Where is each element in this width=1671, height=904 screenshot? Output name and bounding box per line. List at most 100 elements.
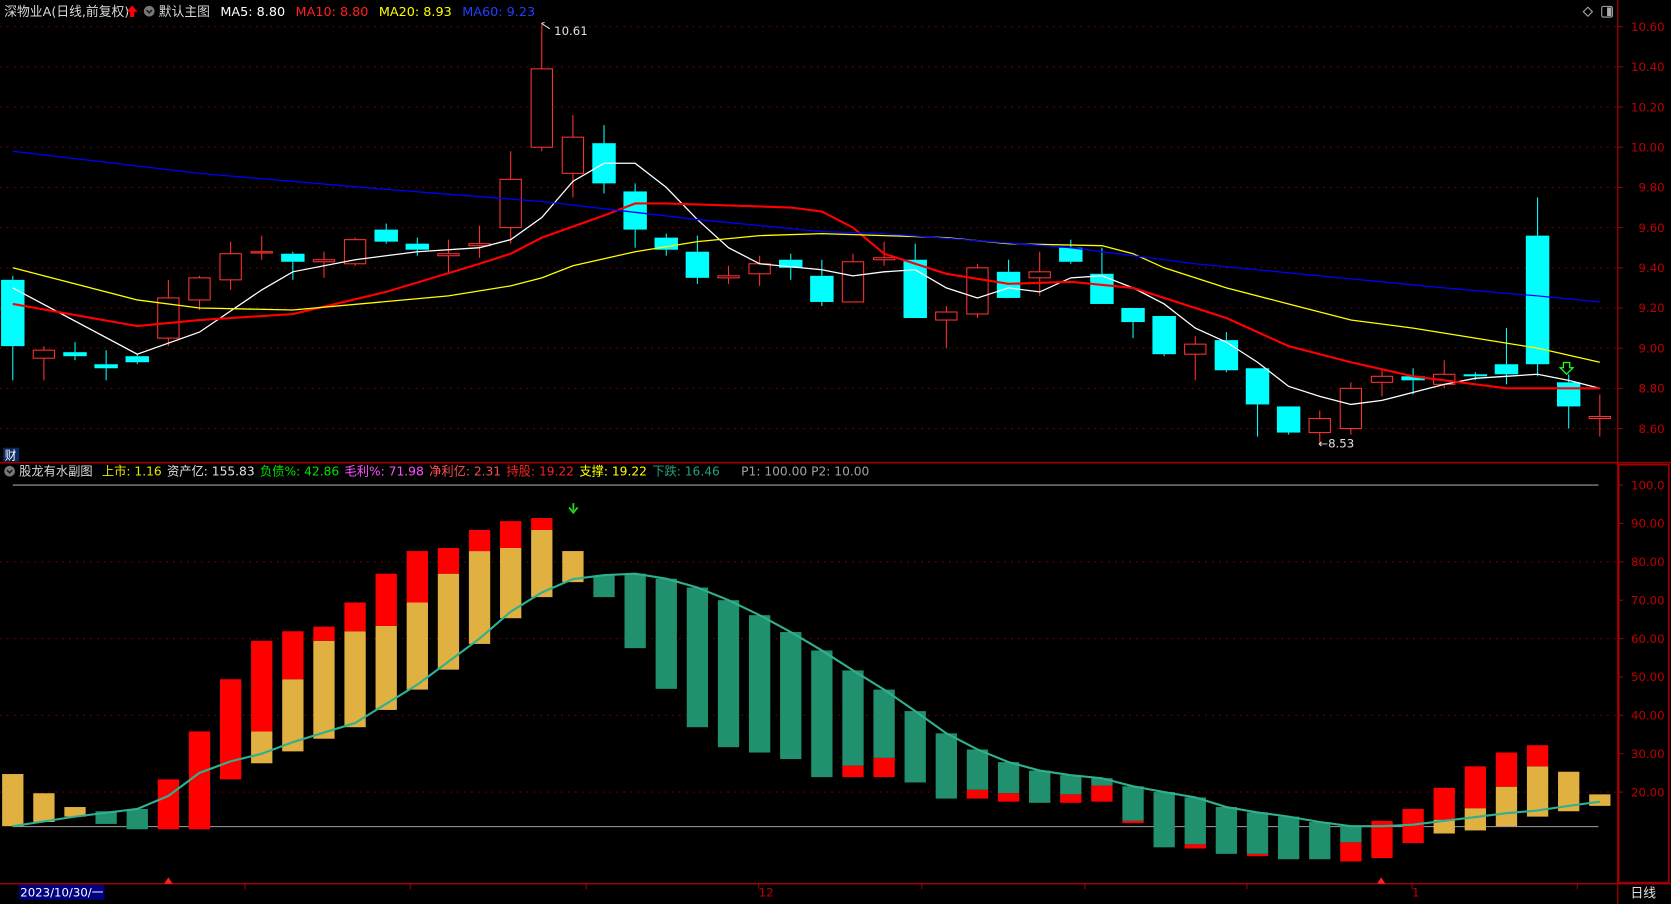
candle-body bbox=[63, 352, 87, 357]
sub-bar[interactable] bbox=[157, 779, 180, 830]
price-tick-label: 9.20 bbox=[1639, 301, 1665, 315]
bar-segment bbox=[780, 632, 802, 760]
indicator-name[interactable]: 股龙有水副图 bbox=[19, 463, 92, 478]
sub-bar[interactable] bbox=[935, 733, 957, 799]
indicator-menu-icon[interactable] bbox=[4, 465, 15, 477]
bar-segment bbox=[1495, 786, 1518, 827]
candle-body bbox=[1525, 235, 1550, 365]
sub-bar[interactable] bbox=[717, 600, 740, 748]
candle-body bbox=[685, 251, 710, 278]
sub-bar[interactable] bbox=[1526, 745, 1549, 817]
sub-tick-label: 100.0 bbox=[1631, 478, 1665, 492]
candle-body bbox=[966, 267, 989, 315]
sub-bar[interactable] bbox=[375, 573, 397, 710]
candle-body bbox=[312, 259, 336, 263]
bar-segment bbox=[966, 749, 989, 790]
sub-bar[interactable] bbox=[1060, 775, 1082, 803]
bar-segment bbox=[1464, 808, 1486, 831]
sub-bar[interactable] bbox=[686, 587, 709, 728]
sub-bar[interactable] bbox=[1246, 812, 1269, 857]
candle-body bbox=[1556, 382, 1581, 407]
sub-bar[interactable] bbox=[842, 670, 864, 778]
ma20-value: MA20: 8.93 bbox=[379, 5, 452, 20]
candle-body bbox=[1245, 368, 1270, 405]
sub-bar[interactable] bbox=[344, 602, 366, 728]
bar-segment bbox=[842, 670, 864, 766]
candle-body bbox=[1059, 247, 1083, 262]
sub-bar[interactable] bbox=[1029, 770, 1051, 803]
sub-tick-label: 50.00 bbox=[1631, 670, 1665, 684]
sub-bar[interactable] bbox=[997, 762, 1020, 802]
candle-body bbox=[281, 253, 305, 262]
price-tick-label: 10.00 bbox=[1631, 140, 1665, 154]
sub-bar[interactable] bbox=[655, 578, 677, 689]
bar-segment bbox=[624, 573, 646, 649]
bar-segment bbox=[406, 602, 428, 690]
sub-bar[interactable] bbox=[437, 547, 460, 670]
indicator-value: 下跌: 16.46 bbox=[652, 463, 720, 478]
stock-chart[interactable]: 10.60 10.40 10.20 10.00 9.80 9.60 9.40 9.20 9.00… bbox=[0, 0, 1671, 904]
sub-bar[interactable] bbox=[1184, 797, 1206, 849]
sub-bar[interactable] bbox=[468, 529, 491, 644]
sub-bar[interactable] bbox=[1309, 822, 1331, 860]
finance-button-label[interactable]: 财 bbox=[5, 448, 17, 462]
sub-bar[interactable] bbox=[1495, 752, 1518, 827]
candle[interactable] bbox=[1339, 382, 1363, 435]
main-chart-name[interactable]: 默认主图 bbox=[159, 4, 210, 20]
sub-bar[interactable] bbox=[904, 711, 926, 783]
sub-bar[interactable] bbox=[282, 631, 304, 752]
sub-bar[interactable] bbox=[1091, 778, 1113, 802]
bar-segment bbox=[406, 551, 428, 603]
candle[interactable] bbox=[966, 263, 989, 319]
candle[interactable] bbox=[1276, 406, 1301, 435]
sub-tick-label: 60.00 bbox=[1631, 632, 1665, 646]
sub-bar[interactable] bbox=[500, 521, 522, 619]
bar-segment bbox=[1153, 792, 1175, 848]
bar-segment bbox=[1060, 775, 1082, 795]
dropdown-circle-icon[interactable] bbox=[143, 5, 155, 17]
sub-bar[interactable] bbox=[126, 808, 148, 830]
sub-bar[interactable] bbox=[251, 640, 273, 764]
bar-segment bbox=[1277, 816, 1300, 860]
sub-bar[interactable] bbox=[2, 774, 24, 827]
sub-bar[interactable] bbox=[966, 749, 989, 799]
candle-body bbox=[499, 178, 522, 229]
indicator-value: 毛利%: 71.98 bbox=[345, 464, 424, 478]
price-tick-label: 10.60 bbox=[1631, 20, 1665, 34]
candle[interactable] bbox=[1152, 316, 1176, 357]
candle-body bbox=[1152, 316, 1176, 355]
bar-segment bbox=[1029, 770, 1051, 803]
sub-bar[interactable] bbox=[873, 689, 895, 778]
sub-bar[interactable] bbox=[188, 731, 211, 830]
sub-bar[interactable] bbox=[1277, 816, 1300, 860]
bar-segment bbox=[1340, 842, 1362, 862]
sub-bar[interactable] bbox=[406, 551, 428, 690]
sub-bar[interactable] bbox=[624, 573, 646, 649]
sub-bar[interactable] bbox=[531, 518, 553, 598]
price-tick-label: 10.40 bbox=[1631, 60, 1665, 74]
sub-bar[interactable] bbox=[33, 793, 55, 823]
bar-segment bbox=[251, 731, 273, 764]
sub-bar[interactable] bbox=[1215, 807, 1238, 854]
sub-bar[interactable] bbox=[1589, 794, 1611, 806]
sub-bar[interactable] bbox=[1433, 787, 1455, 834]
price-tick-label: 8.60 bbox=[1639, 422, 1665, 436]
sub-bar[interactable] bbox=[1122, 786, 1144, 824]
sub-bar[interactable] bbox=[811, 650, 833, 778]
high-price-label: 10.61 bbox=[554, 24, 588, 38]
sub-bar[interactable] bbox=[1340, 826, 1362, 862]
sub-bar[interactable] bbox=[593, 575, 615, 598]
indicator-value: 支撑: 19.22 bbox=[579, 463, 647, 478]
bar-segment bbox=[468, 529, 491, 552]
candle-body bbox=[1028, 271, 1051, 279]
ma5-value: MA5: 8.80 bbox=[220, 5, 285, 20]
period-label[interactable]: 日线 bbox=[1631, 887, 1657, 902]
sub-bar[interactable] bbox=[1153, 792, 1175, 848]
sub-bar[interactable] bbox=[313, 626, 335, 739]
stock-title[interactable]: 深物业A(日线,前复权) bbox=[4, 4, 129, 20]
sub-bar[interactable] bbox=[780, 632, 802, 760]
bar-segment bbox=[966, 789, 989, 799]
sub-bar[interactable] bbox=[748, 615, 771, 753]
bar-segment bbox=[655, 578, 677, 689]
sub-bar[interactable] bbox=[1464, 766, 1486, 831]
